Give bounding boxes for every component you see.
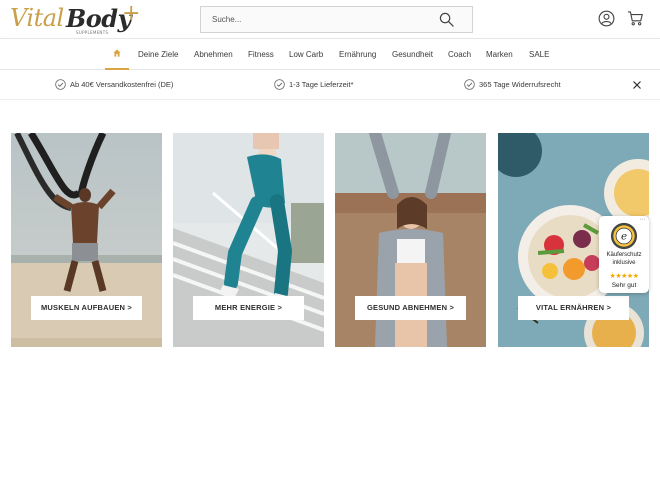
search-icon[interactable] [439, 12, 454, 27]
usp-label: 1-3 Tage Lieferzeit* [289, 80, 354, 89]
logo-vital: Vital [10, 4, 64, 32]
site-header: Vital Body + SUPPLEMENTS [0, 0, 660, 38]
logo[interactable]: Vital Body + SUPPLEMENTS [10, 1, 140, 35]
rating-label: Sehr gut [611, 282, 637, 289]
check-circle-icon [55, 79, 66, 90]
nav-item-ernaehrung[interactable]: Ernährung [339, 50, 376, 59]
usp-label: 365 Tage Widerrufsrecht [479, 80, 561, 89]
nav-home[interactable] [105, 39, 129, 70]
account-icon[interactable] [598, 10, 615, 27]
usp-bar: Ab 40€ Versandkostenfrei (DE) 1-3 Tage L… [0, 70, 660, 100]
check-circle-icon [274, 79, 285, 90]
check-circle-icon [464, 79, 475, 90]
home-icon [113, 49, 121, 57]
category-tile-energie[interactable]: MEHR ENERGIE > [173, 133, 324, 347]
main-navigation: Deine Ziele Abnehmen Fitness Low Carb Er… [0, 38, 660, 70]
nav-item-coach[interactable]: Coach [448, 50, 471, 59]
tile-button[interactable]: MEHR ENERGIE > [193, 296, 304, 320]
svg-text:e: e [621, 231, 627, 243]
search-input[interactable] [201, 7, 441, 32]
rating-stars: ★★★★★ [609, 273, 639, 280]
logo-plus: + [122, 1, 141, 26]
category-tile-muskeln[interactable]: MUSKELN AUFBAUEN > [11, 133, 162, 347]
logo-tagline: SUPPLEMENTS [76, 30, 109, 35]
nav-item-marken[interactable]: Marken [486, 50, 513, 59]
badge-line-inklusive: inklusive [612, 260, 636, 266]
tile-button[interactable]: MUSKELN AUFBAUEN > [31, 296, 142, 320]
cart-icon[interactable] [627, 10, 644, 27]
search-box [200, 6, 473, 33]
category-tile-abnehmen[interactable]: GESUND ABNEHMEN > [335, 133, 486, 347]
nav-item-abnehmen[interactable]: Abnehmen [194, 50, 233, 59]
usp-label: Ab 40€ Versandkostenfrei (DE) [70, 80, 174, 89]
nav-item-sale[interactable]: SALE [529, 50, 549, 59]
tile-button[interactable]: GESUND ABNEHMEN > [355, 296, 466, 320]
close-icon[interactable] [632, 80, 642, 90]
tile-button[interactable]: VITAL ERNÄHREN > [518, 296, 629, 320]
trust-seal-icon: e [610, 222, 638, 250]
nav-item-gesundheit[interactable]: Gesundheit [392, 50, 433, 59]
nav-item-low-carb[interactable]: Low Carb [289, 50, 323, 59]
trusted-shops-badge[interactable]: ··· e Käuferschutz inklusive ★★★★★ Sehr … [599, 216, 649, 293]
badge-line-kaeuferschutz: Käuferschutz [606, 252, 642, 258]
badge-menu-icon[interactable]: ··· [640, 216, 646, 223]
nav-item-fitness[interactable]: Fitness [248, 50, 274, 59]
nav-item-deine-ziele[interactable]: Deine Ziele [138, 50, 178, 59]
